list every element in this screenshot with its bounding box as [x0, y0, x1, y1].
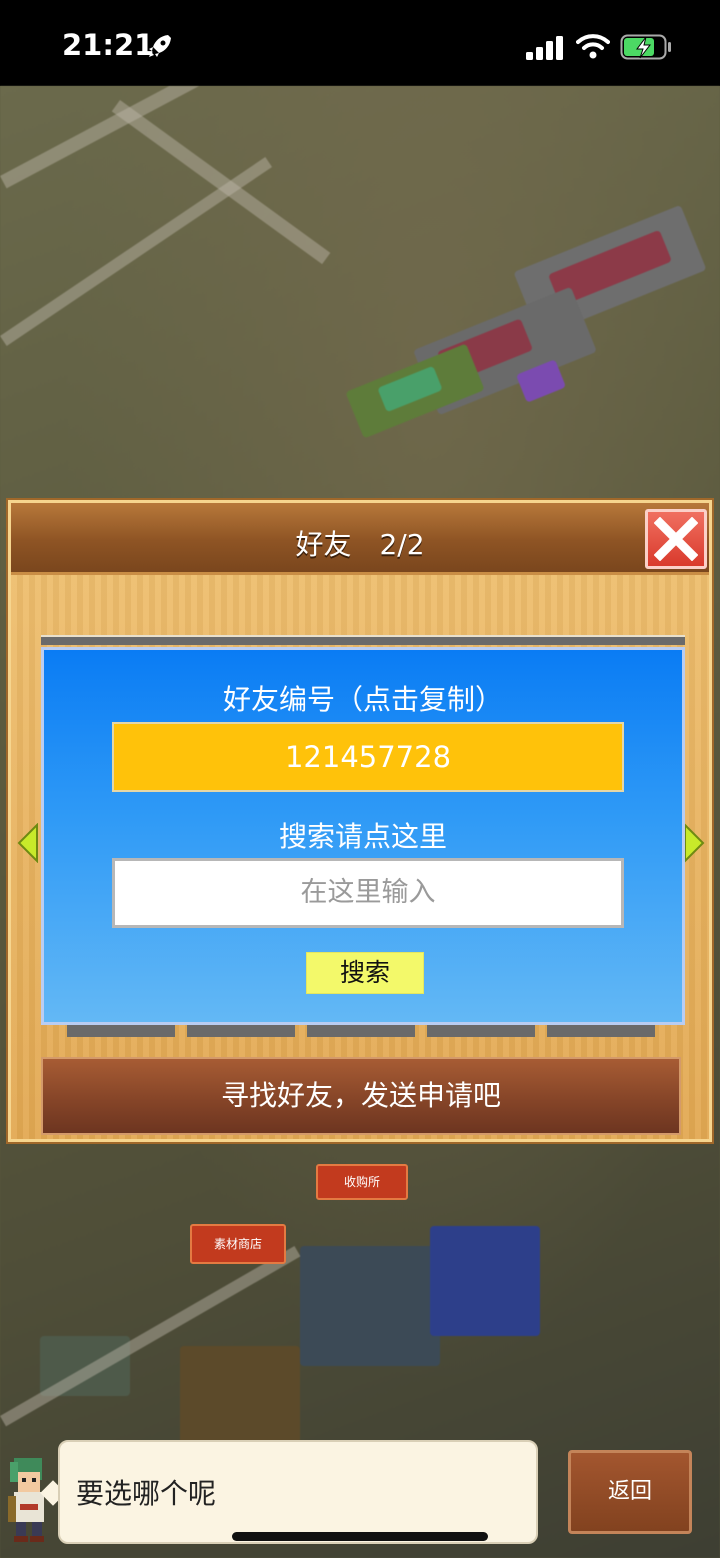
slot-tab[interactable]	[67, 1023, 175, 1037]
wifi-icon	[576, 34, 610, 59]
search-input[interactable]: 在这里输入	[112, 858, 624, 928]
slot-strip-top	[41, 635, 685, 645]
slot-tab[interactable]	[187, 1023, 295, 1037]
arrow-right-icon[interactable]	[683, 823, 705, 863]
friends-dialog: 好友 2/2 好友编号（点击复制） 121457728 搜索请点这里 在这里输入…	[8, 500, 712, 1142]
home-indicator[interactable]	[232, 1532, 488, 1541]
friend-id-copy-box[interactable]: 121457728	[112, 722, 624, 792]
dialog-header: 好友 2/2	[11, 503, 709, 575]
find-friends-banner[interactable]: 寻找好友，发送申请吧	[41, 1057, 681, 1135]
close-button[interactable]	[645, 509, 707, 569]
slot-tab[interactable]	[307, 1023, 415, 1037]
search-button[interactable]: 搜索	[306, 952, 424, 994]
speech-text: 要选哪个呢	[76, 1477, 217, 1510]
back-button[interactable]: 返回	[568, 1450, 692, 1534]
friend-search-panel: 好友编号（点击复制） 121457728 搜索请点这里 在这里输入 搜索	[41, 647, 685, 1025]
search-label: 搜索请点这里	[278, 820, 447, 853]
battery-charging-icon	[620, 34, 671, 60]
rocket-icon	[149, 35, 171, 57]
status-time: 21:21	[62, 28, 155, 62]
arrow-left-icon[interactable]	[17, 823, 39, 863]
close-icon	[654, 517, 698, 561]
map-label-purchase-station[interactable]: 收购所	[316, 1164, 408, 1200]
status-bar: 21:21	[0, 0, 720, 86]
dialog-title: 好友 2/2	[295, 528, 425, 561]
slot-tab[interactable]	[547, 1023, 655, 1037]
friend-id-label: 好友编号（点击复制）	[222, 683, 503, 716]
signal-icon	[526, 36, 563, 60]
map-label-material-shop[interactable]: 素材商店	[190, 1224, 286, 1264]
slot-tab[interactable]	[427, 1023, 535, 1037]
